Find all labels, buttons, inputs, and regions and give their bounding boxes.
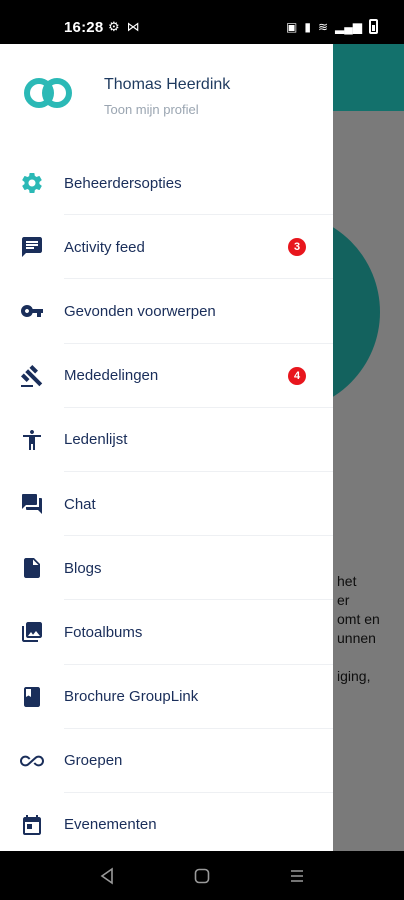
system-nav-bar [0, 851, 404, 900]
nfc-icon: ▣ [286, 19, 298, 34]
vibrate-icon: ▮ [304, 19, 311, 34]
gavel-icon [20, 364, 44, 388]
menu-item-fotoalbums[interactable]: Fotoalbums [0, 600, 333, 665]
home-icon[interactable] [193, 867, 211, 885]
menu-label: Fotoalbums [64, 623, 143, 641]
forum-icon [20, 492, 44, 516]
document-icon [20, 556, 44, 580]
app-logo [24, 76, 76, 110]
menu-label: Chat [64, 495, 96, 513]
recents-icon[interactable] [288, 867, 306, 885]
status-bar: 16:28 ⚙ ⋈ ▣ ▮ ≋ ▂▄▆ [0, 0, 404, 44]
status-left-icons: ⚙ ⋈ [108, 19, 140, 35]
menu-item-activity-feed[interactable]: Activity feed 3 [0, 215, 333, 280]
calendar-icon [20, 813, 44, 837]
key-icon [20, 299, 44, 323]
menu-label: Activity feed [64, 238, 145, 256]
menu-label: Beheerdersopties [64, 174, 182, 192]
signal-icon: ▂▄▆ [335, 19, 362, 34]
hourglass-icon: ⋈ [126, 19, 140, 34]
menu-item-groepen[interactable]: Groepen [0, 729, 333, 794]
menu-label: Mededelingen [64, 367, 159, 385]
navigation-drawer: Thomas Heerdink Toon mijn profiel Beheer… [0, 44, 333, 851]
gear-icon: ⚙ [108, 19, 120, 34]
status-time: 16:28 [64, 19, 104, 36]
menu-label: Blogs [64, 559, 102, 577]
menu-item-blogs[interactable]: Blogs [0, 536, 333, 601]
person-icon [20, 428, 44, 452]
photo-library-icon [20, 620, 44, 644]
profile-header[interactable]: Thomas Heerdink Toon mijn profiel [0, 44, 333, 151]
menu-item-ledenlijst[interactable]: Ledenlijst [0, 408, 333, 473]
menu-item-chat[interactable]: Chat [0, 472, 333, 537]
menu-label: Evenementen [64, 816, 157, 834]
menu-label: Gevonden voorwerpen [64, 302, 216, 320]
menu-item-mededelingen[interactable]: Mededelingen 4 [0, 344, 333, 408]
notification-badge: 3 [288, 238, 306, 257]
back-icon[interactable] [98, 866, 116, 885]
menu-label: Ledenlijst [64, 431, 128, 449]
gear-icon [20, 171, 44, 195]
menu-label: Brochure GroupLink [64, 688, 199, 706]
wifi-icon: ≋ [317, 19, 329, 34]
status-right-icons: ▣ ▮ ≋ ▂▄▆ [286, 19, 378, 34]
view-profile-link[interactable]: Toon mijn profiel [104, 102, 199, 117]
menu-item-beheerdersopties[interactable]: Beheerdersopties [0, 151, 333, 216]
background-text: het er omt en unnen iging, [337, 573, 380, 684]
book-icon [20, 685, 44, 709]
menu-item-brochure-grouplink[interactable]: Brochure GroupLink [0, 665, 333, 729]
battery-icon [369, 19, 378, 34]
menu-item-gevonden-voorwerpen[interactable]: Gevonden voorwerpen [0, 279, 333, 344]
profile-name: Thomas Heerdink [104, 76, 231, 93]
chat-bubble-icon [20, 235, 44, 259]
notification-badge: 4 [288, 366, 306, 385]
menu-item-evenementen[interactable]: Evenementen [0, 793, 333, 851]
infinity-icon [20, 749, 44, 773]
menu-label: Groepen [64, 752, 123, 770]
